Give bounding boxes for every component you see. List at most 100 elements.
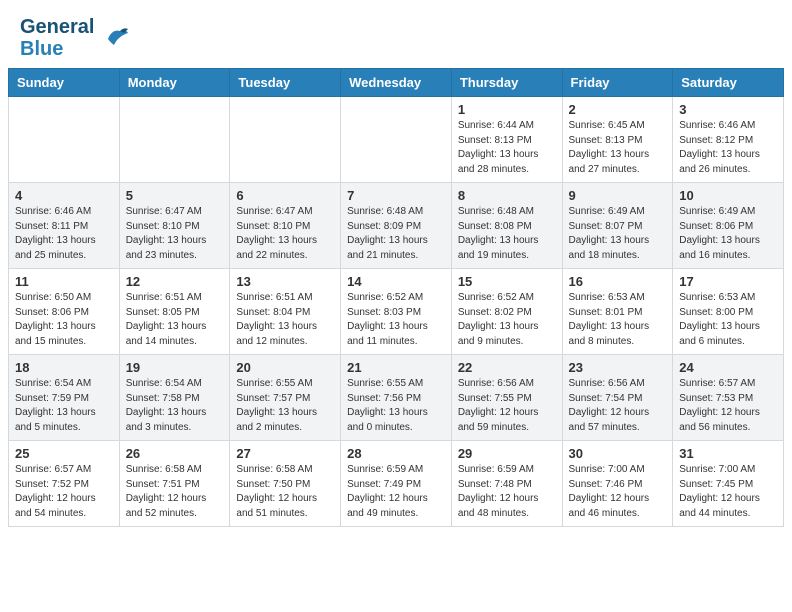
logo-blue: Blue [20,38,63,60]
day-info: Sunrise: 6:50 AM Sunset: 8:06 PM Dayligh… [15,291,113,349]
calendar-day-6: 6 Sunrise: 6:47 AM Sunset: 8:10 PM Daylig… [230,183,341,269]
calendar-day-5: 5 Sunrise: 6:47 AM Sunset: 8:10 PM Daylig… [119,183,230,269]
calendar-empty-cell [341,97,452,183]
day-number: 7 [347,188,445,203]
calendar-empty-cell [9,97,120,183]
day-number: 29 [458,446,556,461]
calendar-day-4: 4 Sunrise: 6:46 AM Sunset: 8:11 PM Daylig… [9,183,120,269]
day-info: Sunrise: 6:51 AM Sunset: 8:04 PM Dayligh… [236,291,334,349]
day-number: 20 [236,360,334,375]
calendar-day-3: 3 Sunrise: 6:46 AM Sunset: 8:12 PM Daylig… [673,97,784,183]
day-info: Sunrise: 6:46 AM Sunset: 8:11 PM Dayligh… [15,205,113,263]
day-number: 31 [679,446,777,461]
calendar-day-13: 13 Sunrise: 6:51 AM Sunset: 8:04 PM Dayli… [230,269,341,355]
day-info: Sunrise: 6:49 AM Sunset: 8:06 PM Dayligh… [679,205,777,263]
logo-bird-icon [98,21,132,55]
day-info: Sunrise: 6:51 AM Sunset: 8:05 PM Dayligh… [126,291,224,349]
day-number: 14 [347,274,445,289]
day-info: Sunrise: 6:53 AM Sunset: 8:00 PM Dayligh… [679,291,777,349]
day-info: Sunrise: 6:45 AM Sunset: 8:13 PM Dayligh… [569,119,667,177]
calendar-day-12: 12Sunrise: 6:51 AM Sunset: 8:05 PM Dayli… [119,269,230,355]
calendar-empty-cell [230,97,341,183]
calendar-day-1: 1Sunrise: 6:44 AM Sunset: 8:13 PM Daylig… [451,97,562,183]
day-number: 24 [679,360,777,375]
calendar-day-23: 23Sunrise: 6:56 AM Sunset: 7:54 PM Dayli… [562,355,673,441]
calendar-day-7: 7Sunrise: 6:48 AM Sunset: 8:09 PM Daylig… [341,183,452,269]
calendar-day-21: 21 Sunrise: 6:55 AM Sunset: 7:56 PM Dayli… [341,355,452,441]
day-header-thursday: Thursday [451,69,562,97]
calendar-week-row: 18 Sunrise: 6:54 AM Sunset: 7:59 PM Dayli… [9,355,784,441]
day-info: Sunrise: 6:47 AM Sunset: 8:10 PM Dayligh… [126,205,224,263]
calendar-day-27: 27Sunrise: 6:58 AM Sunset: 7:50 PM Dayli… [230,441,341,527]
day-number: 6 [236,188,334,203]
calendar-empty-cell [119,97,230,183]
day-info: Sunrise: 6:59 AM Sunset: 7:48 PM Dayligh… [458,463,556,521]
day-number: 30 [569,446,667,461]
day-number: 13 [236,274,334,289]
calendar-week-row: 1Sunrise: 6:44 AM Sunset: 8:13 PM Daylig… [9,97,784,183]
day-header-friday: Friday [562,69,673,97]
day-header-tuesday: Tuesday [230,69,341,97]
day-info: Sunrise: 6:47 AM Sunset: 8:10 PM Dayligh… [236,205,334,263]
calendar-day-25: 25 Sunrise: 6:57 AM Sunset: 7:52 PM Dayli… [9,441,120,527]
day-header-monday: Monday [119,69,230,97]
day-number: 10 [679,188,777,203]
day-header-wednesday: Wednesday [341,69,452,97]
calendar-day-9: 9Sunrise: 6:49 AM Sunset: 8:07 PM Daylig… [562,183,673,269]
day-number: 11 [15,274,113,289]
day-info: Sunrise: 6:48 AM Sunset: 8:08 PM Dayligh… [458,205,556,263]
calendar-day-8: 8 Sunrise: 6:48 AM Sunset: 8:08 PM Daylig… [451,183,562,269]
day-info: Sunrise: 6:44 AM Sunset: 8:13 PM Dayligh… [458,119,556,177]
day-number: 19 [126,360,224,375]
calendar-header-row: SundayMondayTuesdayWednesdayThursdayFrid… [9,69,784,97]
day-number: 28 [347,446,445,461]
day-info: Sunrise: 6:52 AM Sunset: 8:03 PM Dayligh… [347,291,445,349]
calendar-table: SundayMondayTuesdayWednesdayThursdayFrid… [8,68,784,527]
day-info: Sunrise: 6:55 AM Sunset: 7:56 PM Dayligh… [347,377,445,435]
day-number: 26 [126,446,224,461]
day-info: Sunrise: 6:52 AM Sunset: 8:02 PM Dayligh… [458,291,556,349]
calendar-day-20: 20Sunrise: 6:55 AM Sunset: 7:57 PM Dayli… [230,355,341,441]
day-info: Sunrise: 7:00 AM Sunset: 7:46 PM Dayligh… [569,463,667,521]
day-info: Sunrise: 6:53 AM Sunset: 8:01 PM Dayligh… [569,291,667,349]
calendar-day-16: 16Sunrise: 6:53 AM Sunset: 8:01 PM Dayli… [562,269,673,355]
calendar-day-18: 18 Sunrise: 6:54 AM Sunset: 7:59 PM Dayli… [9,355,120,441]
calendar-week-row: 11 Sunrise: 6:50 AM Sunset: 8:06 PM Dayli… [9,269,784,355]
calendar-day-15: 15 Sunrise: 6:52 AM Sunset: 8:02 PM Dayli… [451,269,562,355]
day-info: Sunrise: 6:49 AM Sunset: 8:07 PM Dayligh… [569,205,667,263]
day-info: Sunrise: 6:46 AM Sunset: 8:12 PM Dayligh… [679,119,777,177]
day-number: 3 [679,102,777,117]
day-number: 4 [15,188,113,203]
day-header-saturday: Saturday [673,69,784,97]
page-header: GeneralBlue [0,0,792,68]
calendar-day-28: 28Sunrise: 6:59 AM Sunset: 7:49 PM Dayli… [341,441,452,527]
day-number: 18 [15,360,113,375]
day-info: Sunrise: 6:58 AM Sunset: 7:51 PM Dayligh… [126,463,224,521]
calendar-day-14: 14 Sunrise: 6:52 AM Sunset: 8:03 PM Dayli… [341,269,452,355]
day-number: 5 [126,188,224,203]
calendar-day-10: 10 Sunrise: 6:49 AM Sunset: 8:06 PM Dayli… [673,183,784,269]
day-info: Sunrise: 6:54 AM Sunset: 7:59 PM Dayligh… [15,377,113,435]
day-number: 17 [679,274,777,289]
day-number: 8 [458,188,556,203]
day-number: 27 [236,446,334,461]
calendar-day-26: 26 Sunrise: 6:58 AM Sunset: 7:51 PM Dayli… [119,441,230,527]
calendar-day-11: 11 Sunrise: 6:50 AM Sunset: 8:06 PM Dayli… [9,269,120,355]
day-header-sunday: Sunday [9,69,120,97]
day-info: Sunrise: 6:56 AM Sunset: 7:55 PM Dayligh… [458,377,556,435]
day-number: 25 [15,446,113,461]
day-number: 21 [347,360,445,375]
day-number: 2 [569,102,667,117]
logo: GeneralBlue [20,16,132,60]
day-info: Sunrise: 6:57 AM Sunset: 7:52 PM Dayligh… [15,463,113,521]
calendar-week-row: 4 Sunrise: 6:46 AM Sunset: 8:11 PM Daylig… [9,183,784,269]
day-info: Sunrise: 6:56 AM Sunset: 7:54 PM Dayligh… [569,377,667,435]
calendar-week-row: 25 Sunrise: 6:57 AM Sunset: 7:52 PM Dayli… [9,441,784,527]
calendar-day-29: 29 Sunrise: 6:59 AM Sunset: 7:48 PM Dayli… [451,441,562,527]
logo-text: GeneralBlue [20,16,94,60]
day-info: Sunrise: 6:57 AM Sunset: 7:53 PM Dayligh… [679,377,777,435]
calendar-day-30: 30 Sunrise: 7:00 AM Sunset: 7:46 PM Dayli… [562,441,673,527]
calendar-day-2: 2 Sunrise: 6:45 AM Sunset: 8:13 PM Daylig… [562,97,673,183]
day-number: 15 [458,274,556,289]
calendar-day-22: 22Sunrise: 6:56 AM Sunset: 7:55 PM Dayli… [451,355,562,441]
